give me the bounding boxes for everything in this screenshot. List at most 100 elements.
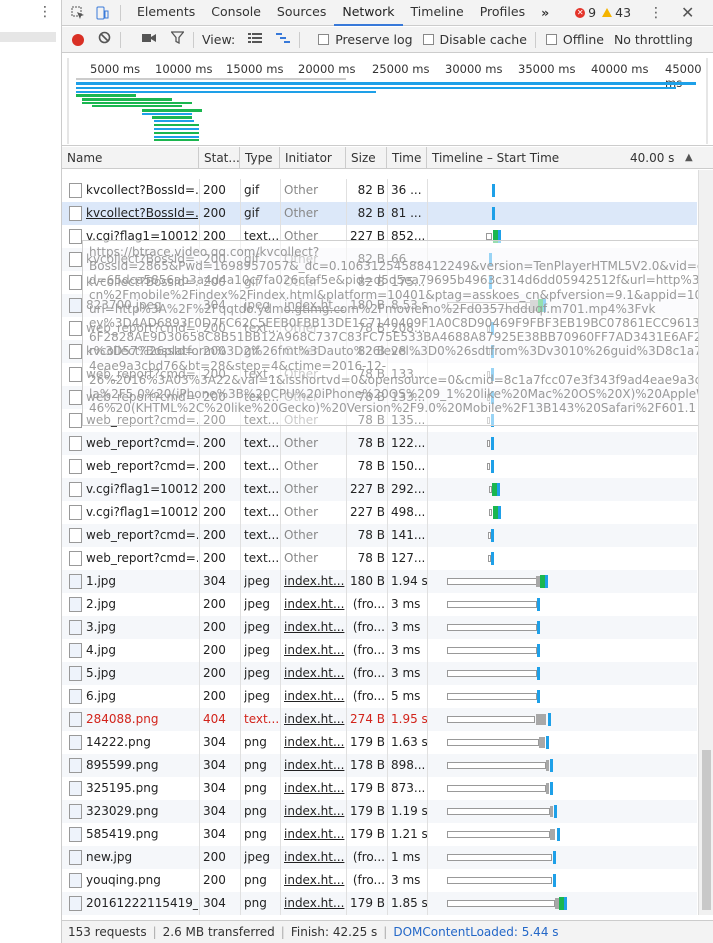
table-row[interactable]: 895599.png 304 png index.ht... 178 B 898... bbox=[62, 754, 697, 777]
table-row[interactable]: new.jpg 200 jpeg index.ht... (fro... 1 ms bbox=[62, 846, 697, 869]
tab-timeline[interactable]: Timeline bbox=[403, 0, 472, 26]
image-file-icon bbox=[69, 896, 82, 911]
column-type[interactable]: Type bbox=[240, 147, 280, 169]
request-count: 153 requests bbox=[68, 925, 147, 939]
waterfall-download-bar bbox=[492, 184, 495, 197]
table-row[interactable]: web_report?cmd=... 200 text... Other 78 B 133… bbox=[62, 363, 697, 386]
column-initiator[interactable]: Initiator bbox=[280, 147, 346, 169]
waterfall-overview-icon[interactable] bbox=[275, 32, 291, 48]
request-status: 200 bbox=[203, 367, 226, 381]
table-row[interactable]: 323029.png 304 png index.ht... 179 B 1.19 s bbox=[62, 800, 697, 823]
device-mode-icon[interactable] bbox=[94, 5, 110, 21]
preserve-log-checkbox[interactable] bbox=[318, 34, 330, 45]
request-initiator[interactable]: index.ht... bbox=[284, 777, 346, 800]
table-row[interactable]: 325195.png 304 png index.ht... 179 B 873... bbox=[62, 777, 697, 800]
request-initiator[interactable]: index.ht... bbox=[284, 846, 346, 869]
table-row[interactable]: web_report?cmd=... 200 text... Other 78 B 127… bbox=[62, 547, 697, 570]
capture-screenshots-icon[interactable] bbox=[141, 32, 157, 48]
table-row[interactable]: 20161222115419_... 304 png index.ht... 179 B… bbox=[62, 892, 697, 915]
request-initiator[interactable]: index.ht... bbox=[284, 294, 346, 317]
request-initiator: Other bbox=[284, 390, 319, 404]
request-size: 179 B bbox=[350, 781, 385, 795]
table-row[interactable]: web_report?cmd=... 200 text... Other 78 B 141… bbox=[62, 524, 697, 547]
close-devtools-icon[interactable]: ✕ bbox=[681, 3, 694, 22]
throttling-select[interactable]: No throttling bbox=[614, 32, 693, 47]
table-row[interactable]: 6.jpg 200 jpeg index.ht... (fro... 5 ms bbox=[62, 685, 697, 708]
large-rows-icon[interactable] bbox=[247, 32, 263, 48]
request-initiator[interactable]: index.ht... bbox=[284, 593, 346, 616]
request-time: 1.63 s bbox=[391, 735, 427, 749]
tab-elements[interactable]: Elements bbox=[129, 0, 203, 26]
offline-checkbox[interactable] bbox=[545, 34, 557, 45]
column-divider bbox=[427, 363, 428, 386]
tab-console[interactable]: Console bbox=[203, 0, 269, 26]
column-divider bbox=[280, 294, 281, 317]
table-row[interactable]: web_report?cmd=... 200 text... Other 78 B 150… bbox=[62, 455, 697, 478]
request-initiator[interactable]: index.ht... bbox=[284, 570, 346, 593]
table-row[interactable]: kvcollect?BossId=... 200 gif Other 82 B 36 ..… bbox=[62, 179, 697, 202]
request-initiator[interactable]: index.ht... bbox=[284, 708, 346, 731]
table-row[interactable]: web_report?cmd=... 200 text... Other 78 B 133… bbox=[62, 386, 697, 409]
table-row[interactable]: kvcollect?BossId=... 200 gif Other 82 B 66 ..… bbox=[62, 248, 697, 271]
more-tabs-icon[interactable]: » bbox=[533, 5, 557, 20]
column-divider bbox=[346, 731, 347, 754]
request-type: gif bbox=[244, 252, 260, 266]
request-initiator[interactable]: index.ht... bbox=[284, 731, 346, 754]
waterfall-download-bar bbox=[543, 299, 546, 312]
table-row[interactable]: 5.jpg 200 jpeg index.ht... (fro... 3 ms bbox=[62, 662, 697, 685]
record-icon[interactable] bbox=[72, 33, 84, 46]
column-size[interactable]: Size bbox=[346, 147, 387, 169]
table-row[interactable]: 3.jpg 200 jpeg index.ht... (fro... 3 ms bbox=[62, 616, 697, 639]
tab-sources[interactable]: Sources bbox=[269, 0, 334, 26]
column-status[interactable]: Stat... bbox=[199, 147, 240, 169]
table-row[interactable]: web_report?cmd=... 200 text... Other 78 B 208… bbox=[62, 317, 697, 340]
table-row[interactable]: kvcollect?BossId=... 200 gif Other 82 B 175..… bbox=[62, 271, 697, 294]
table-row[interactable]: 4.jpg 200 jpeg index.ht... (fro... 3 ms bbox=[62, 639, 697, 662]
table-row[interactable]: web_report?cmd=... 200 text... Other 78 B 122… bbox=[62, 432, 697, 455]
request-initiator[interactable]: index.ht... bbox=[284, 823, 346, 846]
table-row[interactable]: kvcollect?BossId=... 200 gif Other 82 B 81 ..… bbox=[62, 202, 697, 225]
clear-icon[interactable] bbox=[96, 31, 112, 48]
table-row[interactable]: v.cgi?flag1=10012... 200 text... Other 227 B… bbox=[62, 225, 697, 248]
request-initiator[interactable]: index.ht... bbox=[284, 869, 346, 892]
table-row[interactable]: 585419.png 304 png index.ht... 179 B 1.21 s bbox=[62, 823, 697, 846]
request-time: 1 ms bbox=[391, 850, 421, 864]
table-row[interactable]: 1.jpg 304 jpeg index.ht... 180 B 1.94 s bbox=[62, 570, 697, 593]
tab-profiles[interactable]: Profiles bbox=[472, 0, 533, 26]
waterfall-stalled-bar bbox=[447, 693, 537, 700]
column-divider bbox=[427, 524, 428, 547]
request-initiator[interactable]: index.ht... bbox=[284, 662, 346, 685]
request-initiator[interactable]: index.ht... bbox=[284, 800, 346, 823]
table-row[interactable]: web_report?cmd=... 200 text... Other 78 B 135… bbox=[62, 409, 697, 432]
column-name[interactable]: Name bbox=[62, 147, 199, 169]
warning-counter[interactable]: 43 bbox=[602, 5, 631, 20]
request-initiator[interactable]: index.ht... bbox=[284, 754, 346, 777]
disable-cache-checkbox[interactable] bbox=[422, 34, 434, 45]
more-vertical-icon[interactable]: ⋮ bbox=[38, 4, 52, 20]
request-initiator[interactable]: index.ht... bbox=[284, 616, 346, 639]
vertical-scrollbar[interactable] bbox=[698, 170, 713, 915]
table-row[interactable]: v.cgi?flag1=10012... 200 text... Other 227 B… bbox=[62, 478, 697, 501]
customize-menu-icon[interactable]: ⋮ bbox=[649, 5, 663, 21]
column-divider bbox=[427, 317, 428, 340]
error-counter[interactable]: ✕ 9 bbox=[575, 5, 596, 20]
tab-network[interactable]: Network bbox=[334, 0, 403, 26]
table-row[interactable]: 14222.png 304 png index.ht... 179 B 1.63 s bbox=[62, 731, 697, 754]
request-initiator[interactable]: index.ht... bbox=[284, 639, 346, 662]
table-row[interactable]: kvcollect?BossId=... 200 gif Other 82 B 28 ..… bbox=[62, 340, 697, 363]
request-initiator[interactable]: index.ht... bbox=[284, 892, 346, 915]
sort-ascending-icon[interactable]: ▲ bbox=[680, 147, 700, 169]
scrollbar-thumb[interactable] bbox=[702, 750, 711, 910]
table-row[interactable]: 2.jpg 200 jpeg index.ht... (fro... 3 ms bbox=[62, 593, 697, 616]
column-timeline[interactable]: Timeline – Start Time bbox=[427, 147, 627, 169]
table-row[interactable]: 284088.png 404 text... index.ht... 274 B 1.95… bbox=[62, 708, 697, 731]
table-row[interactable]: 823700.jpeg 304 jpeg index.ht... 180 B 8.53 s bbox=[62, 294, 697, 317]
column-time[interactable]: Time bbox=[387, 147, 427, 169]
inspect-element-icon[interactable] bbox=[70, 5, 86, 21]
table-row[interactable]: v.cgi?flag1=10012... 200 text... Other 227 B… bbox=[62, 501, 697, 524]
column-divider bbox=[280, 363, 281, 386]
network-overview[interactable]: 5000 ms 10000 ms 15000 ms 20000 ms 25000… bbox=[62, 54, 713, 146]
filter-icon[interactable] bbox=[169, 31, 185, 48]
request-initiator[interactable]: index.ht... bbox=[284, 685, 346, 708]
table-row[interactable]: youqing.png 200 png index.ht... (fro... 3 ms bbox=[62, 869, 697, 892]
